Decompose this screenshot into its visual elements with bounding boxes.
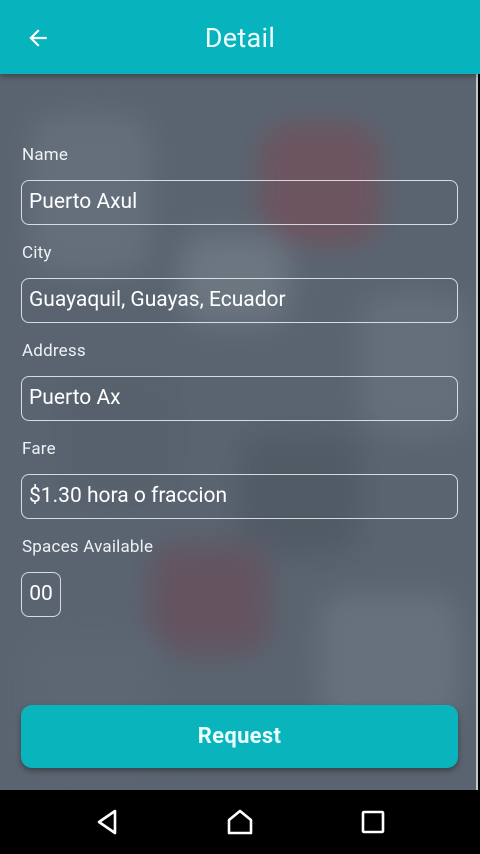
city-label: City — [22, 243, 52, 263]
name-label: Name — [22, 145, 69, 165]
address-label: Address — [22, 341, 86, 361]
address-field[interactable]: Puerto Ax — [21, 376, 458, 421]
fare-label: Fare — [22, 439, 56, 459]
request-button[interactable]: Request — [21, 705, 458, 768]
city-field[interactable]: Guayaquil, Guayas, Ecuador — [21, 278, 458, 323]
triangle-back-icon — [97, 809, 117, 835]
system-back-button[interactable] — [87, 804, 127, 840]
home-icon — [227, 809, 253, 835]
page-title: Detail — [204, 22, 276, 54]
app-bar: Detail — [0, 0, 480, 74]
detail-content: Name Puerto Axul City Guayaquil, Guayas,… — [0, 74, 478, 790]
fare-field[interactable]: $1.30 hora o fraccion — [21, 474, 458, 519]
system-home-button[interactable] — [220, 804, 260, 840]
spaces-available-field[interactable]: 00 — [21, 572, 61, 617]
square-recents-icon — [361, 810, 385, 834]
system-nav-bar — [0, 790, 480, 854]
system-recents-button[interactable] — [353, 804, 393, 840]
name-field[interactable]: Puerto Axul — [21, 180, 458, 225]
detail-form: Name Puerto Axul City Guayaquil, Guayas,… — [0, 74, 478, 790]
spaces-available-label: Spaces Available — [22, 537, 154, 557]
